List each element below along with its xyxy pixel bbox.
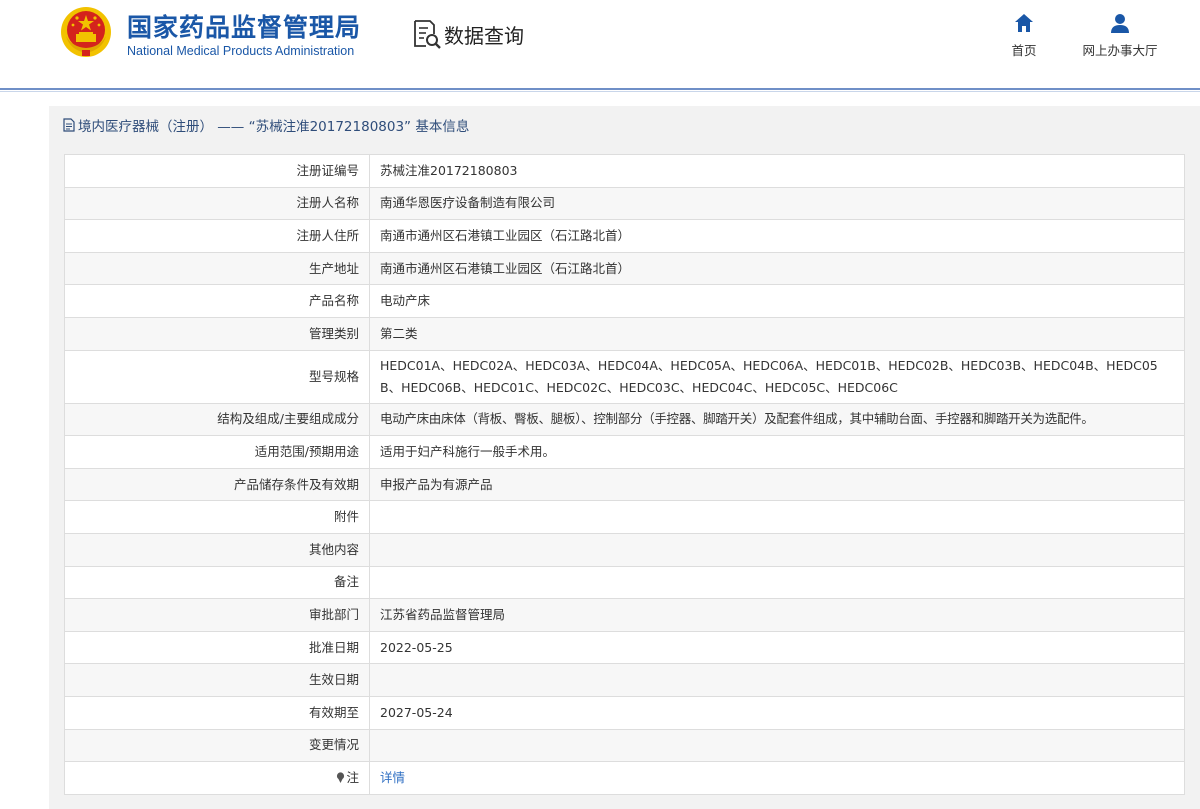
field-value: 第二类: [369, 316, 1185, 351]
field-label: 其他内容: [64, 532, 370, 567]
field-label: 注册证编号: [64, 154, 370, 188]
panel-title-text: 境内医疗器械（注册） —— “苏械注准20172180803” 基本信息: [78, 119, 470, 135]
table-row: 注册人住所 南通市通州区石港镇工业园区（石江路北首）: [64, 219, 1185, 253]
field-value: 2022-05-25: [369, 630, 1185, 665]
field-label: 生效日期: [64, 663, 370, 697]
detail-panel: 境内医疗器械（注册） —— “苏械注准20172180803” 基本信息 注册证…: [49, 106, 1200, 809]
table-row: 产品储存条件及有效期 申报产品为有源产品: [64, 467, 1185, 502]
field-label: 附件: [64, 500, 370, 534]
field-label: 批准日期: [64, 630, 370, 665]
field-value: HEDC01A、HEDC02A、HEDC03A、HEDC04A、HEDC05A、…: [369, 349, 1185, 404]
table-row: 附件: [64, 500, 1185, 534]
table-row: 产品名称 电动产床: [64, 284, 1185, 318]
field-value: 南通市通州区石港镇工业园区（石江路北首）: [369, 251, 1185, 286]
site-header: 国家药品监督管理局 National Medical Products Admi…: [0, 0, 1200, 88]
field-value: [369, 565, 1185, 600]
field-value: [369, 728, 1185, 763]
table-row: 适用范围/预期用途 适用于妇产科施行一般手术用。: [64, 435, 1185, 469]
pin-icon: [337, 772, 345, 783]
field-label: 产品储存条件及有效期: [64, 467, 370, 502]
field-value: 苏械注准20172180803: [369, 154, 1185, 188]
field-value: 江苏省药品监督管理局: [369, 598, 1185, 632]
field-value: 电动产床: [369, 284, 1185, 318]
field-value: 适用于妇产科施行一般手术用。: [369, 435, 1185, 469]
data-query-label: 数据查询: [444, 23, 524, 48]
national-emblem-icon: [61, 7, 111, 57]
field-label: 审批部门: [64, 598, 370, 632]
nav-home[interactable]: 首页: [1000, 12, 1048, 62]
field-label: 注册人名称: [64, 186, 370, 221]
document-icon: [63, 118, 75, 132]
note-row: 注 详情: [64, 761, 1185, 795]
table-row: 注册人名称 南通华恩医疗设备制造有限公司: [64, 186, 1185, 221]
table-row: 批准日期 2022-05-25: [64, 630, 1185, 665]
field-value: 南通华恩医疗设备制造有限公司: [369, 186, 1185, 221]
field-label: 有效期至: [64, 695, 370, 730]
nav-online-office-label: 网上办事大厅: [1082, 43, 1158, 58]
table-row: 生效日期: [64, 663, 1185, 697]
field-value: 南通市通州区石港镇工业园区（石江路北首）: [369, 219, 1185, 253]
site-title: 国家药品监督管理局: [127, 13, 362, 42]
field-value: 电动产床由床体（背板、臀板、腿板）、控制部分（手控器、脚踏开关）及配套件组成，其…: [369, 402, 1185, 437]
field-value: 申报产品为有源产品: [369, 467, 1185, 502]
note-label: 注: [346, 769, 359, 785]
table-row: 管理类别 第二类: [64, 316, 1185, 351]
document-search-icon: [414, 20, 441, 49]
table-row: 生产地址 南通市通州区石港镇工业园区（石江路北首）: [64, 251, 1185, 286]
table-row: 变更情况: [64, 728, 1185, 763]
field-label: 结构及组成/主要组成成分: [64, 402, 370, 437]
info-table: 注册证编号 苏械注准20172180803 注册人名称 南通华恩医疗设备制造有限…: [64, 154, 1185, 795]
home-icon: [1015, 14, 1033, 32]
field-label: 适用范围/预期用途: [64, 435, 370, 469]
table-row: 注册证编号 苏械注准20172180803: [64, 154, 1185, 188]
note-value-cell: 详情: [369, 761, 1185, 795]
table-row: 有效期至 2027-05-24: [64, 695, 1185, 730]
user-icon: [1111, 14, 1129, 33]
field-value: [369, 663, 1185, 697]
table-row: 结构及组成/主要组成成分 电动产床由床体（背板、臀板、腿板）、控制部分（手控器、…: [64, 402, 1185, 437]
table-row: 备注: [64, 565, 1185, 600]
info-table-wrapper: 注册证编号 苏械注准20172180803 注册人名称 南通华恩医疗设备制造有限…: [64, 154, 1185, 795]
details-link[interactable]: 详情: [380, 770, 405, 785]
nav-home-label: 首页: [1011, 43, 1037, 58]
field-label: 生产地址: [64, 251, 370, 286]
panel-title: 境内医疗器械（注册） —— “苏械注准20172180803” 基本信息: [63, 106, 469, 144]
header-divider-thin: [0, 91, 1200, 92]
field-value: [369, 500, 1185, 534]
field-label: 型号规格: [64, 349, 370, 404]
header-divider: [0, 88, 1200, 90]
table-row: 型号规格 HEDC01A、HEDC02A、HEDC03A、HEDC04A、HED…: [64, 349, 1185, 404]
field-label: 变更情况: [64, 728, 370, 763]
field-value: [369, 532, 1185, 567]
table-row: 审批部门 江苏省药品监督管理局: [64, 598, 1185, 632]
field-label: 管理类别: [64, 316, 370, 351]
note-label-cell: 注: [64, 761, 370, 795]
data-query-link[interactable]: 数据查询: [412, 16, 524, 52]
field-label: 注册人住所: [64, 219, 370, 253]
field-value: 2027-05-24: [369, 695, 1185, 730]
nav-online-office[interactable]: 网上办事大厅: [1072, 12, 1168, 62]
site-subtitle: National Medical Products Administration: [127, 44, 355, 58]
table-row: 其他内容: [64, 532, 1185, 567]
field-label: 产品名称: [64, 284, 370, 318]
field-label: 备注: [64, 565, 370, 600]
